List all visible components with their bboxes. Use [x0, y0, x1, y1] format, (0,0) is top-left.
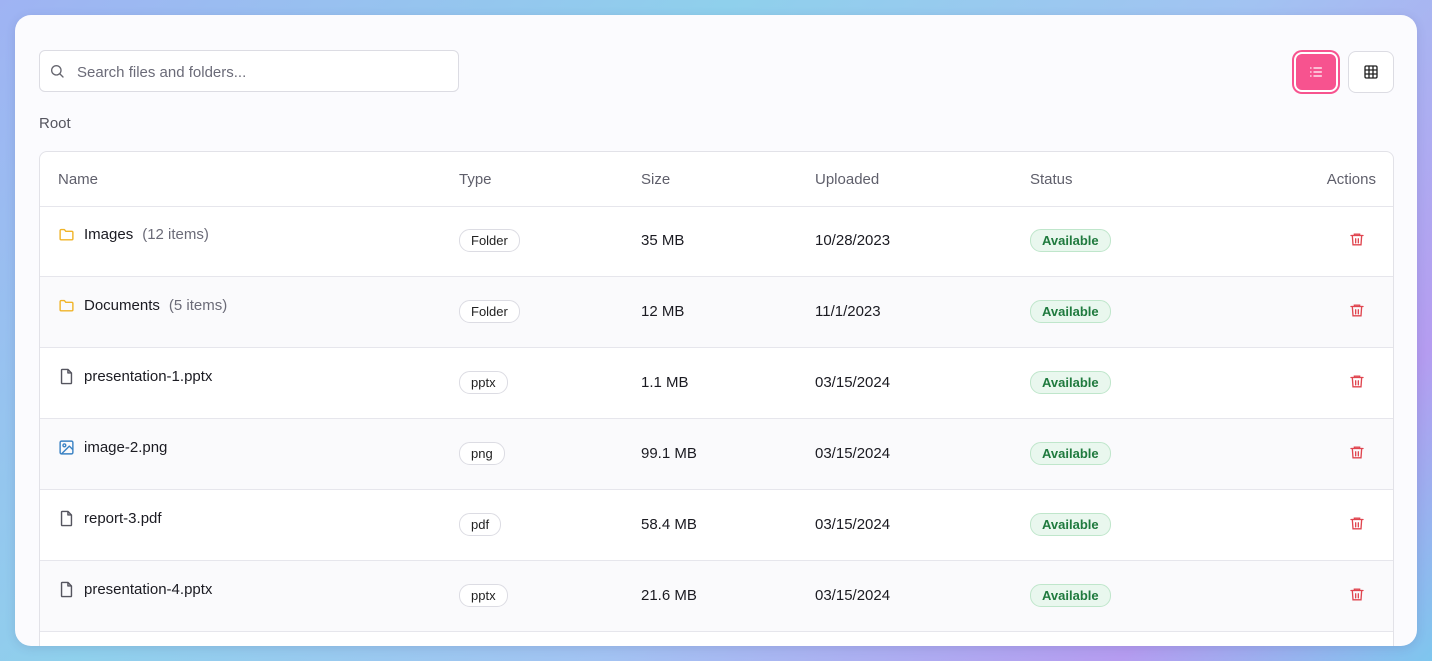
column-header-size[interactable]: Size	[641, 171, 670, 188]
type-badge: pptx	[459, 371, 508, 394]
type-badge: pdf	[459, 513, 502, 536]
status-badge: Available	[1030, 584, 1111, 607]
breadcrumb[interactable]: Root	[39, 115, 71, 132]
status-badge: Available	[1030, 513, 1111, 536]
status-badge: Available	[1030, 371, 1111, 394]
file-size: 1.1 MB	[641, 374, 689, 391]
delete-icon[interactable]	[1349, 302, 1365, 319]
table-header: Name Type Size Uploaded Status Actions	[40, 152, 1393, 207]
type-badge: Folder	[459, 229, 520, 252]
column-header-actions: Actions	[1326, 171, 1376, 188]
file-name-cell: Images (12 items)	[58, 226, 209, 243]
upload-date: 10/28/2023	[815, 232, 891, 249]
file-name[interactable]: report-3.pdf	[84, 510, 162, 527]
image-icon	[59, 440, 74, 455]
grid-icon	[1364, 65, 1378, 79]
file-name[interactable]: Images	[84, 226, 133, 243]
table-row[interactable]: Images (12 items) Folder 35 MB 10/28/202…	[40, 206, 1393, 277]
file-manager-card: Root Name Type Size Uploaded Status Acti…	[15, 15, 1417, 646]
delete-icon[interactable]	[1349, 444, 1365, 461]
file-name-cell: Documents (5 items)	[58, 297, 227, 314]
delete-icon[interactable]	[1349, 373, 1365, 390]
folder-icon	[59, 299, 74, 312]
file-size: 21.6 MB	[641, 587, 697, 604]
upload-date: 03/15/2024	[815, 374, 891, 391]
delete-icon[interactable]	[1349, 231, 1365, 248]
folder-icon	[59, 228, 74, 241]
table-row[interactable]: report-3.pdf pdf 58.4 MB 03/15/2024 Avai…	[40, 490, 1393, 561]
upload-date: 11/1/2023	[815, 303, 881, 320]
list-icon	[1310, 67, 1322, 77]
file-size: 58.4 MB	[641, 516, 697, 533]
item-count: (12 items)	[142, 226, 209, 243]
file-name-cell: report-3.pdf	[58, 510, 171, 527]
upload-date: 03/15/2024	[815, 587, 891, 604]
search-box	[39, 50, 459, 93]
file-name[interactable]: image-2.png	[84, 439, 167, 456]
column-header-status[interactable]: Status	[1030, 171, 1073, 188]
delete-icon[interactable]	[1349, 586, 1365, 603]
status-badge: Available	[1030, 442, 1111, 465]
item-count: (5 items)	[168, 297, 228, 314]
list-view-button[interactable]	[1294, 52, 1338, 92]
file-name-cell: presentation-1.pptx	[58, 368, 221, 385]
search-input[interactable]	[75, 51, 454, 93]
file-name[interactable]: Documents	[84, 297, 160, 314]
file-table: Name Type Size Uploaded Status Actions I…	[39, 151, 1394, 646]
grid-view-button[interactable]	[1348, 51, 1394, 93]
file-name[interactable]: presentation-1.pptx	[84, 368, 212, 385]
type-badge: Folder	[459, 300, 520, 323]
status-badge: Available	[1030, 229, 1111, 252]
table-row[interactable]: presentation-1.pptx pptx 1.1 MB 03/15/20…	[40, 348, 1393, 419]
status-badge: Available	[1030, 300, 1111, 323]
file-name-cell: image-2.png	[58, 439, 176, 456]
table-row[interactable]: Documents (5 items) Folder 12 MB 11/1/20…	[40, 277, 1393, 348]
file-size: 12 MB	[641, 303, 685, 320]
column-header-name[interactable]: Name	[58, 171, 98, 188]
table-row[interactable]: presentation-4.pptx pptx 21.6 MB 03/15/2…	[40, 561, 1393, 632]
file-icon	[60, 581, 73, 598]
delete-icon[interactable]	[1349, 515, 1365, 532]
file-size: 99.1 MB	[641, 445, 697, 462]
file-name-cell: presentation-4.pptx	[58, 581, 221, 598]
column-header-type[interactable]: Type	[459, 171, 492, 188]
type-badge: png	[459, 442, 505, 465]
upload-date: 03/15/2024	[815, 516, 891, 533]
file-name[interactable]: presentation-4.pptx	[84, 581, 212, 598]
type-badge: pptx	[459, 584, 508, 607]
file-icon	[60, 368, 73, 385]
file-size: 35 MB	[641, 232, 685, 249]
column-header-uploaded[interactable]: Uploaded	[815, 171, 879, 188]
table-row[interactable]: image-2.png png 99.1 MB 03/15/2024 Avail…	[40, 419, 1393, 490]
file-icon	[60, 510, 73, 527]
upload-date: 03/15/2024	[815, 445, 891, 462]
search-icon	[51, 65, 64, 78]
